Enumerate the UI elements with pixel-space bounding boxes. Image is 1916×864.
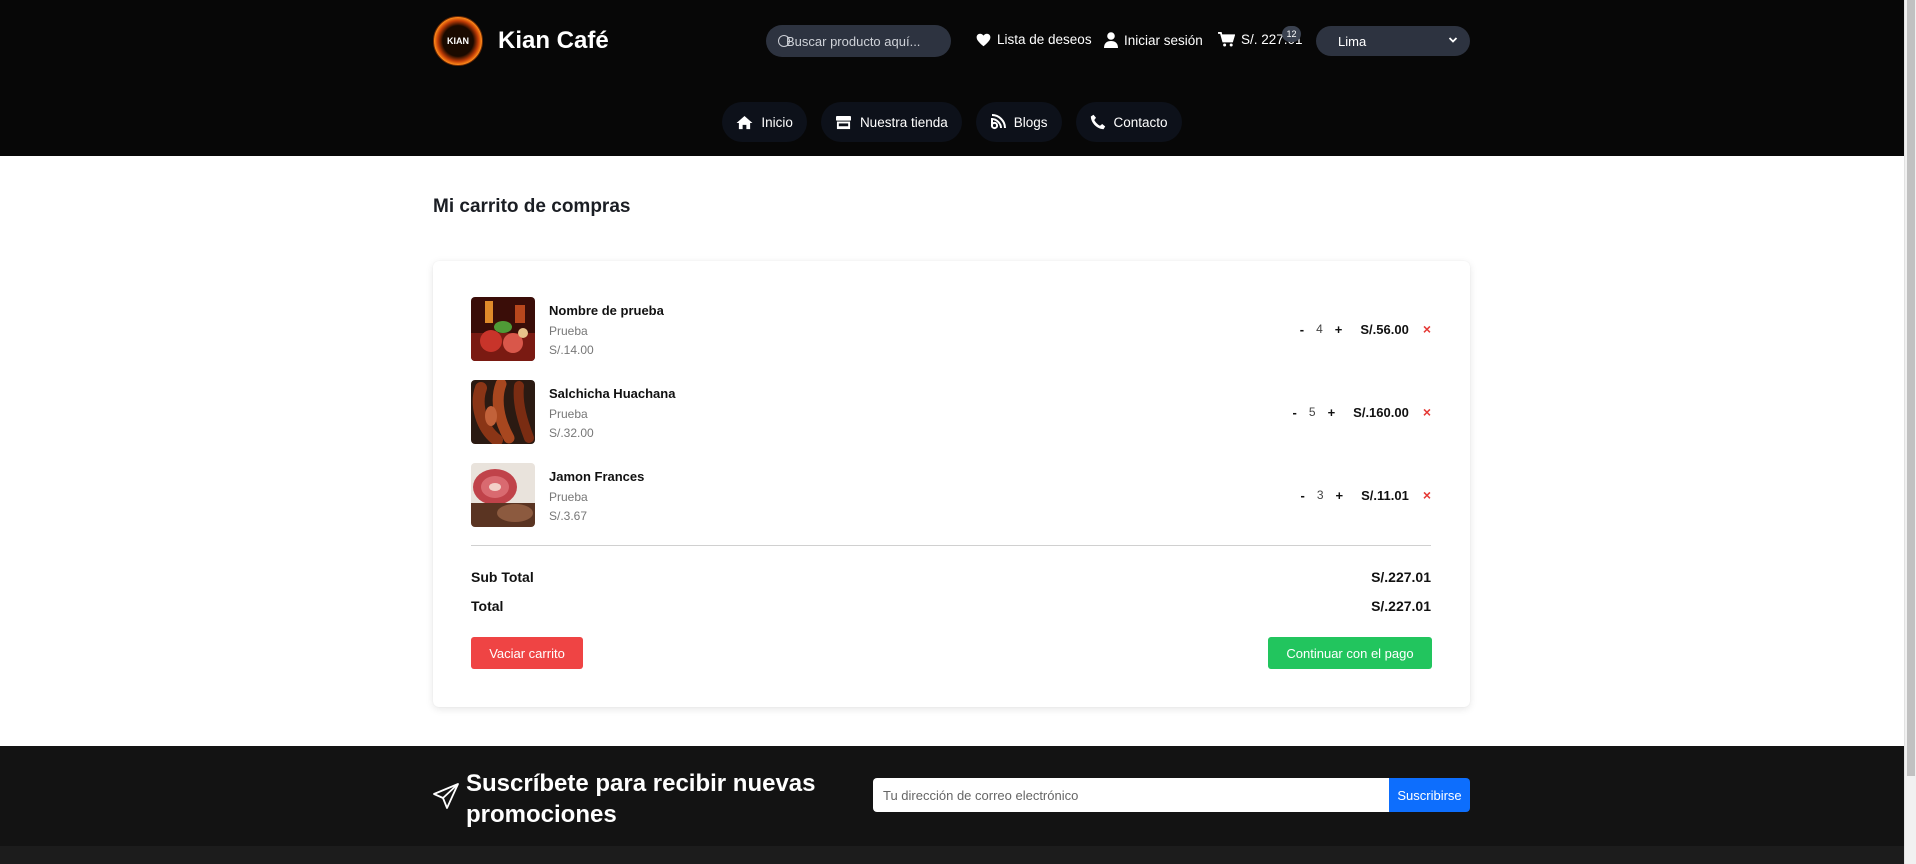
qty-value: 4 <box>1316 322 1323 336</box>
cart-item: Nombre de prueba Prueba S/.14.00 - 4 + S… <box>471 297 1431 361</box>
cart-card: Nombre de prueba Prueba S/.14.00 - 4 + S… <box>433 261 1470 707</box>
site-header: KIAN Kian Café Lista de deseos Iniciar s… <box>0 0 1904 156</box>
wishlist-label: Lista de deseos <box>997 32 1092 47</box>
nav-item-label: Nuestra tienda <box>859 114 948 130</box>
store-icon <box>835 115 851 129</box>
subtotal-row: Sub Total S/.227.01 <box>471 569 1431 585</box>
search-box[interactable] <box>766 25 951 57</box>
item-category: Prueba <box>549 490 588 504</box>
item-unit-price: S/.14.00 <box>549 343 594 357</box>
subtotal-label: Sub Total <box>471 569 534 585</box>
home-icon <box>736 115 753 129</box>
qty-decrease-button[interactable]: - <box>1298 322 1306 337</box>
product-image <box>471 463 535 527</box>
login-link[interactable]: Iniciar sesión <box>1104 32 1203 48</box>
qty-value: 5 <box>1308 405 1316 419</box>
item-unit-price: S/.3.67 <box>549 509 588 523</box>
logo-badge: KIAN <box>433 16 483 66</box>
checkout-button[interactable]: Continuar con el pago <box>1268 637 1432 669</box>
product-image <box>471 297 535 361</box>
qty-increase-button[interactable]: + <box>1334 488 1346 503</box>
search-icon <box>778 35 790 47</box>
cart-icon <box>1218 32 1235 47</box>
cart-item: Jamon Frances Prueba S/.3.67 - 3 + S/.11… <box>471 463 1431 527</box>
scrollbar-thumb[interactable] <box>1907 0 1915 776</box>
remove-item-button[interactable]: × <box>1423 321 1431 337</box>
subscribe-title: Suscríbete para recibir nuevas promocion… <box>466 770 816 828</box>
brand-name: Kian Café <box>498 27 609 54</box>
cart-link[interactable]: S/. 227.01 12 <box>1218 26 1303 47</box>
total-value: S/.227.01 <box>1371 598 1431 614</box>
nav-item-label: Contacto <box>1113 114 1168 130</box>
logo-badge-text: KIAN <box>447 36 469 46</box>
item-category: Prueba <box>549 324 588 338</box>
divider <box>471 545 1431 546</box>
qty-control: - 5 + S/.160.00 × <box>1291 404 1431 420</box>
cart-item: Salchicha Huachana Prueba S/.32.00 - 5 +… <box>471 380 1431 444</box>
nav-item-label: Inicio <box>761 114 793 130</box>
remove-item-button[interactable]: × <box>1423 487 1431 503</box>
clear-cart-button[interactable]: Vaciar carrito <box>471 637 583 669</box>
qty-decrease-button[interactable]: - <box>1298 488 1306 503</box>
search-input[interactable] <box>786 33 946 49</box>
qty-value: 3 <box>1316 488 1324 502</box>
item-name: Jamon Frances <box>549 469 645 484</box>
remove-item-button[interactable]: × <box>1423 404 1431 420</box>
subtotal-value: S/.227.01 <box>1371 569 1431 585</box>
brand-logo[interactable]: KIAN Kian Café <box>433 16 609 66</box>
login-label: Iniciar sesión <box>1124 32 1203 48</box>
city-select[interactable]: Lima <box>1316 26 1470 56</box>
blog-icon <box>990 114 1006 130</box>
total-row: Total S/.227.01 <box>471 598 1431 614</box>
qty-control: - 4 + S/.56.00 × <box>1298 321 1431 337</box>
chevron-down-icon <box>1448 37 1458 43</box>
page-scrollbar[interactable] <box>1904 0 1916 864</box>
paper-plane-icon <box>433 783 459 809</box>
email-field[interactable] <box>873 778 1389 812</box>
nav-item-label: Blogs <box>1013 114 1048 130</box>
heart-icon <box>976 33 991 46</box>
item-line-total: S/.160.00 <box>1353 404 1409 420</box>
item-name: Salchicha Huachana <box>549 386 676 401</box>
cart-count-badge: 12 <box>1282 26 1301 42</box>
qty-control: - 3 + S/.11.01 × <box>1298 487 1431 503</box>
phone-icon <box>1090 114 1105 130</box>
item-unit-price: S/.32.00 <box>549 426 594 440</box>
main-nav: Inicio Nuestra tienda Blogs Contacto <box>0 102 1904 142</box>
wishlist-link[interactable]: Lista de deseos <box>976 32 1092 47</box>
qty-increase-button[interactable]: + <box>1326 405 1338 420</box>
total-label: Total <box>471 598 504 614</box>
footer-bottom-strip <box>0 846 1904 864</box>
page-title: Mi carrito de compras <box>433 196 631 217</box>
nav-item-tienda[interactable]: Nuestra tienda <box>820 102 962 142</box>
item-category: Prueba <box>549 407 588 421</box>
item-name: Nombre de prueba <box>549 303 664 318</box>
nav-item-inicio[interactable]: Inicio <box>722 102 807 142</box>
subscribe-button[interactable]: Suscribirse <box>1389 778 1470 812</box>
item-line-total: S/.11.01 <box>1361 487 1409 503</box>
item-line-total: S/.56.00 <box>1360 321 1409 337</box>
city-select-value: Lima <box>1338 33 1367 49</box>
nav-item-contacto[interactable]: Contacto <box>1075 102 1182 142</box>
qty-increase-button[interactable]: + <box>1333 322 1345 337</box>
user-icon <box>1104 32 1118 48</box>
qty-decrease-button[interactable]: - <box>1291 405 1299 420</box>
product-image <box>471 380 535 444</box>
site-footer: Suscríbete para recibir nuevas promocion… <box>0 746 1904 864</box>
nav-item-blogs[interactable]: Blogs <box>975 102 1062 142</box>
